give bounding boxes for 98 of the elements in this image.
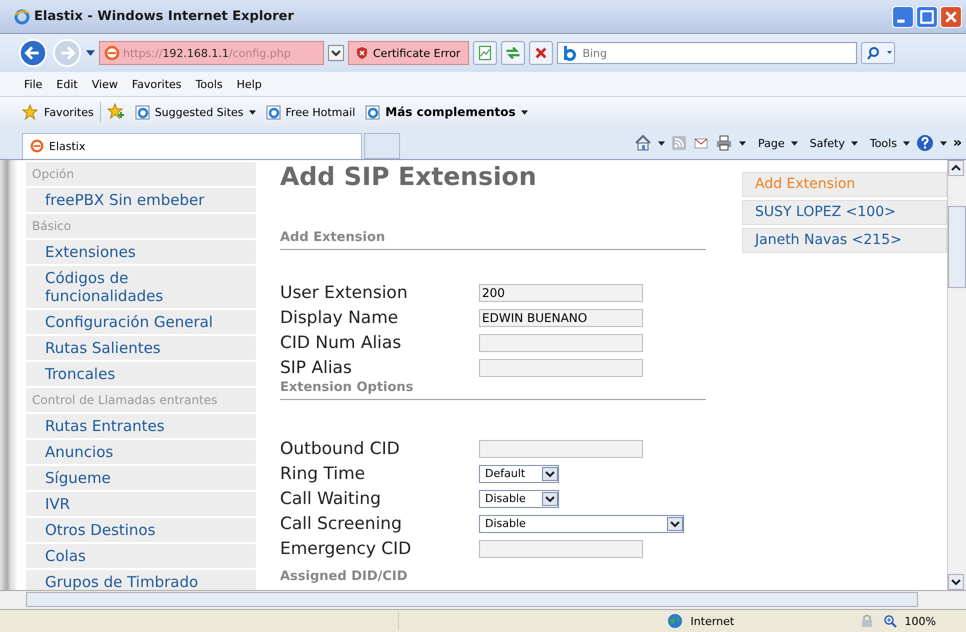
search-engine-icon [561, 45, 578, 61]
caret-icon[interactable] [739, 140, 746, 146]
sidebar-link[interactable]: Rutas Entrantes [26, 414, 256, 438]
caret-icon[interactable] [850, 140, 858, 146]
section-heading: Extension Options [280, 380, 414, 395]
text-field[interactable] [479, 540, 643, 558]
menu-item[interactable]: View [92, 78, 118, 90]
caret-icon[interactable] [86, 50, 95, 56]
scroll-down-button[interactable] [948, 574, 964, 590]
refresh-button[interactable] [501, 41, 526, 65]
favorites-link[interactable]: Suggested Sites [154, 106, 256, 118]
extension-link[interactable]: SUSY LOPEZ <100> [742, 200, 947, 225]
text-field[interactable]: EDWIN BUENANO [479, 308, 643, 326]
text-field[interactable] [479, 358, 643, 376]
field-label: SIP Alias [280, 358, 353, 378]
field-label: Outbound CID [280, 438, 401, 458]
dropdown-button[interactable] [328, 45, 344, 61]
sidebar-heading: Opción [26, 162, 256, 186]
web-page-icon [365, 104, 382, 120]
toolbar-overflow[interactable]: » [952, 135, 962, 151]
web-page-icon [266, 104, 282, 120]
command-menu[interactable]: Safety [804, 136, 845, 150]
search-icon[interactable] [861, 42, 896, 64]
web-page-icon [134, 104, 151, 120]
sidebar-heading: Control de Llamadas entrantes [26, 388, 256, 412]
text-field[interactable] [479, 440, 643, 458]
minimize-button[interactable] [892, 6, 914, 28]
security-zone: Internet [690, 614, 736, 628]
section-heading: Add Extension [280, 230, 386, 245]
field-label: Display Name [280, 308, 400, 328]
caret-icon[interactable] [248, 110, 256, 114]
add-favorite-icon[interactable] [106, 103, 125, 121]
help-icon[interactable] [916, 134, 934, 152]
dropdown-field[interactable]: Default [479, 464, 559, 482]
menu-item[interactable]: Tools [196, 78, 223, 90]
field-label: User Extension [280, 282, 409, 302]
compatibility-view-button[interactable] [473, 41, 498, 65]
caret-icon[interactable] [520, 110, 528, 114]
menu-item[interactable]: Help [236, 78, 262, 90]
sidebar-link[interactable]: IVR [26, 492, 256, 516]
favorites-link[interactable]: Free Hotmail [286, 106, 356, 118]
scrollbar-thumb[interactable] [26, 592, 918, 607]
menu-item[interactable]: File [24, 78, 42, 90]
menu-item[interactable]: Edit [56, 78, 78, 90]
favorites-button[interactable]: Favorites [44, 106, 94, 118]
horizontal-scrollbar[interactable] [0, 590, 966, 609]
sidebar-link[interactable]: Rutas Salientes [26, 336, 256, 360]
back-button[interactable] [18, 38, 48, 68]
command-menu[interactable]: Tools [864, 136, 897, 150]
caret-icon[interactable] [658, 140, 666, 146]
favorites-link[interactable]: Más complementos [385, 105, 528, 119]
sidebar-link[interactable]: Anuncios [26, 440, 256, 464]
caret-icon[interactable] [790, 140, 798, 146]
sidebar-heading: Básico [26, 214, 256, 238]
browser-logo-icon [14, 8, 30, 24]
dropdown-field[interactable]: Disable [479, 514, 684, 532]
zoom-level[interactable]: 100% [904, 614, 936, 628]
sidebar-link[interactable]: freePBX Sin embeber [26, 188, 256, 212]
caret-icon[interactable] [902, 140, 910, 146]
vertical-scrollbar[interactable] [947, 160, 966, 590]
menu-item[interactable]: Favorites [132, 78, 182, 90]
sidebar-link[interactable]: Colas [26, 544, 256, 568]
home-icon[interactable] [634, 134, 652, 152]
close-button[interactable] [940, 6, 962, 28]
sidebar-link[interactable]: Otros Destinos [26, 518, 256, 542]
star-icon [22, 104, 38, 120]
sidebar-link[interactable]: Códigos de funcionalidades [26, 266, 256, 308]
window-title: Elastix - Windows Internet Explorer [34, 9, 294, 24]
scrollbar-thumb[interactable] [948, 206, 966, 288]
sidebar-link[interactable]: Sígueme [26, 466, 256, 490]
extension-link[interactable]: Janeth Navas <215> [742, 228, 947, 253]
sidebar-link[interactable]: Troncales [26, 362, 256, 386]
sidebar-link[interactable]: Configuración General [26, 310, 256, 334]
field-label: Call Waiting [280, 488, 382, 508]
field-label: Ring Time [280, 464, 366, 484]
zoom-icon[interactable] [882, 614, 897, 628]
field-label: CID Num Alias [280, 332, 402, 352]
print-icon[interactable] [715, 134, 734, 152]
search-field[interactable]: Bing [557, 42, 858, 64]
scroll-up-button[interactable] [948, 160, 964, 176]
field-label: Call Screening [280, 514, 403, 534]
text-field[interactable] [479, 334, 643, 352]
field-label: Emergency CID [280, 538, 412, 558]
globe-icon [666, 613, 683, 629]
stop-button[interactable] [529, 41, 554, 65]
sidebar-link[interactable]: Extensiones [26, 240, 256, 264]
command-menu[interactable]: Page [752, 136, 785, 150]
caret-icon[interactable] [940, 140, 947, 146]
text-field[interactable]: 200 [479, 284, 643, 302]
browser-tab[interactable]: Elastix [22, 133, 362, 159]
maximize-button[interactable] [916, 6, 938, 28]
section-heading: Assigned DID/CID [280, 569, 408, 584]
sidebar-link[interactable]: Grupos de Timbrado [26, 570, 256, 590]
dropdown-field[interactable]: Disable [479, 490, 559, 508]
certificate-error-button[interactable]: Certificate Error [348, 41, 470, 65]
site-icon [30, 139, 44, 153]
shield-icon [355, 46, 369, 60]
page-title: Add SIP Extension [280, 162, 538, 192]
